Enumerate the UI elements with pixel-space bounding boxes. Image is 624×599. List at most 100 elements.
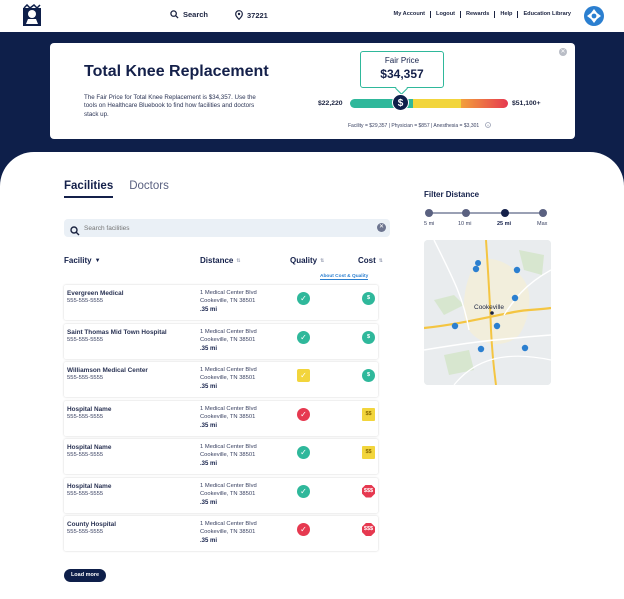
facility-list: Evergreen Medical 555-555-5555 1 Medical… bbox=[64, 285, 378, 555]
facility-distance: .35 mi bbox=[200, 384, 218, 390]
facility-address-line2: Cookeville, TN 38501 bbox=[200, 490, 256, 497]
facility-map[interactable]: Cookeville bbox=[424, 240, 551, 385]
facility-phone: 555-555-5555 bbox=[67, 375, 104, 381]
price-range-high: $51,100+ bbox=[512, 100, 541, 107]
fair-price-value: $34,357 bbox=[380, 67, 424, 81]
nav-link-rewards[interactable]: Rewards bbox=[459, 11, 494, 18]
price-breakdown: Facility = $29,357 | Physician = $857 | … bbox=[348, 122, 491, 129]
about-cost-quality-link[interactable]: About Cost & Quality bbox=[320, 274, 369, 280]
cost-high-badge: $$$ bbox=[362, 484, 375, 498]
tab-facilities[interactable]: Facilities bbox=[64, 180, 114, 198]
facility-phone: 555-555-5555 bbox=[67, 413, 104, 420]
nav-link-my-account[interactable]: My Account bbox=[389, 11, 431, 18]
results-tabs: Facilities Doctors bbox=[64, 180, 169, 198]
nav-location-button[interactable]: 37221 bbox=[235, 10, 268, 20]
column-header-cost-label: Cost bbox=[358, 256, 376, 265]
procedure-description: The Fair Price for Total Knee Replacemen… bbox=[84, 94, 256, 118]
bluebook-logo[interactable] bbox=[20, 3, 44, 28]
table-row[interactable]: Hospital Name 555-555-5555 1 Medical Cen… bbox=[64, 477, 378, 513]
distance-stop-5mi[interactable] bbox=[425, 209, 433, 217]
facility-name[interactable]: Hospital Name bbox=[67, 406, 111, 413]
facility-address-line2: Cookeville, TN 38501 bbox=[200, 529, 256, 535]
facility-address-line2: Cookeville, TN 38501 bbox=[200, 336, 256, 343]
fair-price-bubble: Fair Price $34,357 bbox=[360, 51, 444, 88]
facility-phone: 555-555-5555 bbox=[67, 529, 104, 535]
column-header-distance[interactable]: Distance ⇅ bbox=[200, 256, 241, 265]
distance-stop-max[interactable] bbox=[539, 209, 547, 217]
column-header-facility[interactable]: Facility ▼ bbox=[64, 256, 101, 265]
facility-distance: .35 mi bbox=[200, 538, 218, 544]
distance-label-10mi: 10 mi bbox=[458, 221, 472, 227]
distance-stop-25mi[interactable] bbox=[501, 209, 509, 217]
search-input[interactable] bbox=[84, 222, 364, 234]
user-avatar[interactable] bbox=[584, 6, 604, 26]
distance-label-5mi: 5 mi bbox=[424, 221, 435, 227]
facility-address-line1: 1 Medical Center Blvd bbox=[200, 328, 257, 335]
map-canvas bbox=[424, 240, 551, 385]
cost-mid-badge: $$ bbox=[362, 446, 375, 459]
facility-name[interactable]: Saint Thomas Mid Town Hospital bbox=[67, 329, 167, 336]
sort-icon: ⇅ bbox=[236, 257, 241, 264]
facility-phone: 555-555-5555 bbox=[67, 298, 104, 304]
facility-distance: .35 mi bbox=[200, 461, 218, 467]
facility-address-line1: 1 Medical Center Blvd bbox=[200, 444, 257, 450]
quality-average-icon: ✓ bbox=[297, 369, 310, 382]
cost-low-badge: $ bbox=[362, 369, 375, 382]
quality-good-icon: ✓ bbox=[297, 292, 310, 305]
fair-price-marker: $ bbox=[392, 94, 409, 111]
table-row[interactable]: Evergreen Medical 555-555-5555 1 Medical… bbox=[64, 285, 378, 320]
column-header-quality-label: Quality bbox=[290, 256, 318, 265]
facility-phone: 555-555-5555 bbox=[67, 490, 104, 497]
facility-search: ✕ bbox=[64, 219, 390, 237]
distance-label-max: Max bbox=[537, 221, 548, 227]
price-range-low: $22,220 bbox=[318, 100, 343, 107]
table-row[interactable]: County Hospital 555-555-5555 1 Medical C… bbox=[64, 516, 378, 551]
distance-stop-10mi[interactable] bbox=[462, 209, 470, 217]
sort-icon: ⇅ bbox=[320, 257, 325, 264]
facility-name[interactable]: Hospital Name bbox=[67, 483, 111, 490]
table-row[interactable]: Saint Thomas Mid Town Hospital 555-555-5… bbox=[64, 323, 378, 359]
quality-good-icon: ✓ bbox=[297, 330, 310, 344]
column-header-cost[interactable]: Cost ⇅ bbox=[358, 256, 383, 265]
facility-name[interactable]: Evergreen Medical bbox=[67, 290, 123, 297]
nav-links: My Account Logout Rewards Help Education… bbox=[389, 11, 576, 18]
facility-address-line1: 1 Medical Center Blvd bbox=[200, 521, 257, 527]
nav-search-label: Search bbox=[183, 10, 209, 19]
table-row[interactable]: Hospital Name 555-555-5555 1 Medical Cen… bbox=[64, 439, 378, 474]
cost-high-badge: $$$ bbox=[362, 523, 375, 536]
tab-doctors[interactable]: Doctors bbox=[129, 180, 169, 198]
location-pin-icon bbox=[235, 10, 243, 20]
facility-address-line2: Cookeville, TN 38501 bbox=[200, 298, 256, 304]
facility-name[interactable]: Williamson Medical Center bbox=[67, 367, 148, 374]
table-row[interactable]: Williamson Medical Center 555-555-5555 1… bbox=[64, 362, 378, 397]
clear-search-icon[interactable]: ✕ bbox=[377, 223, 386, 232]
nav-link-education-library[interactable]: Education Library bbox=[517, 11, 576, 18]
facility-name[interactable]: Hospital Name bbox=[67, 444, 111, 451]
distance-slider-track[interactable] bbox=[429, 212, 543, 214]
nav-link-logout[interactable]: Logout bbox=[430, 11, 460, 18]
facility-address-line1: 1 Medical Center Blvd bbox=[200, 367, 257, 373]
cost-low-badge: $ bbox=[362, 330, 375, 344]
facility-address-line1: 1 Medical Center Blvd bbox=[200, 405, 257, 412]
column-header-quality[interactable]: Quality ⇅ bbox=[290, 256, 324, 265]
column-header-facility-label: Facility bbox=[64, 256, 92, 265]
map-city-label: Cookeville bbox=[474, 304, 504, 311]
close-icon[interactable]: ✕ bbox=[559, 48, 567, 56]
nav-zip-label: 37221 bbox=[247, 10, 268, 20]
nav-search-button[interactable]: Search bbox=[170, 10, 208, 19]
search-icon bbox=[70, 223, 80, 241]
fair-price-label: Fair Price bbox=[384, 56, 420, 65]
cost-low-badge: $ bbox=[362, 292, 375, 305]
distance-label-25mi: 25 mi bbox=[497, 221, 512, 227]
facility-phone: 555-555-5555 bbox=[67, 336, 104, 343]
fair-price-card: Total Knee Replacement The Fair Price fo… bbox=[50, 43, 575, 139]
facility-name[interactable]: County Hospital bbox=[67, 521, 116, 528]
facility-address-line1: 1 Medical Center Blvd bbox=[200, 482, 257, 489]
facility-address-line2: Cookeville, TN 38501 bbox=[200, 452, 256, 458]
nav-link-help[interactable]: Help bbox=[494, 11, 517, 18]
quality-poor-icon: ✓ bbox=[297, 523, 310, 536]
load-more-button[interactable]: Load more bbox=[64, 569, 106, 582]
facility-address-line2: Cookeville, TN 38501 bbox=[200, 413, 256, 420]
info-icon[interactable] bbox=[484, 122, 491, 128]
table-row[interactable]: Hospital Name 555-555-5555 1 Medical Cen… bbox=[64, 400, 378, 436]
